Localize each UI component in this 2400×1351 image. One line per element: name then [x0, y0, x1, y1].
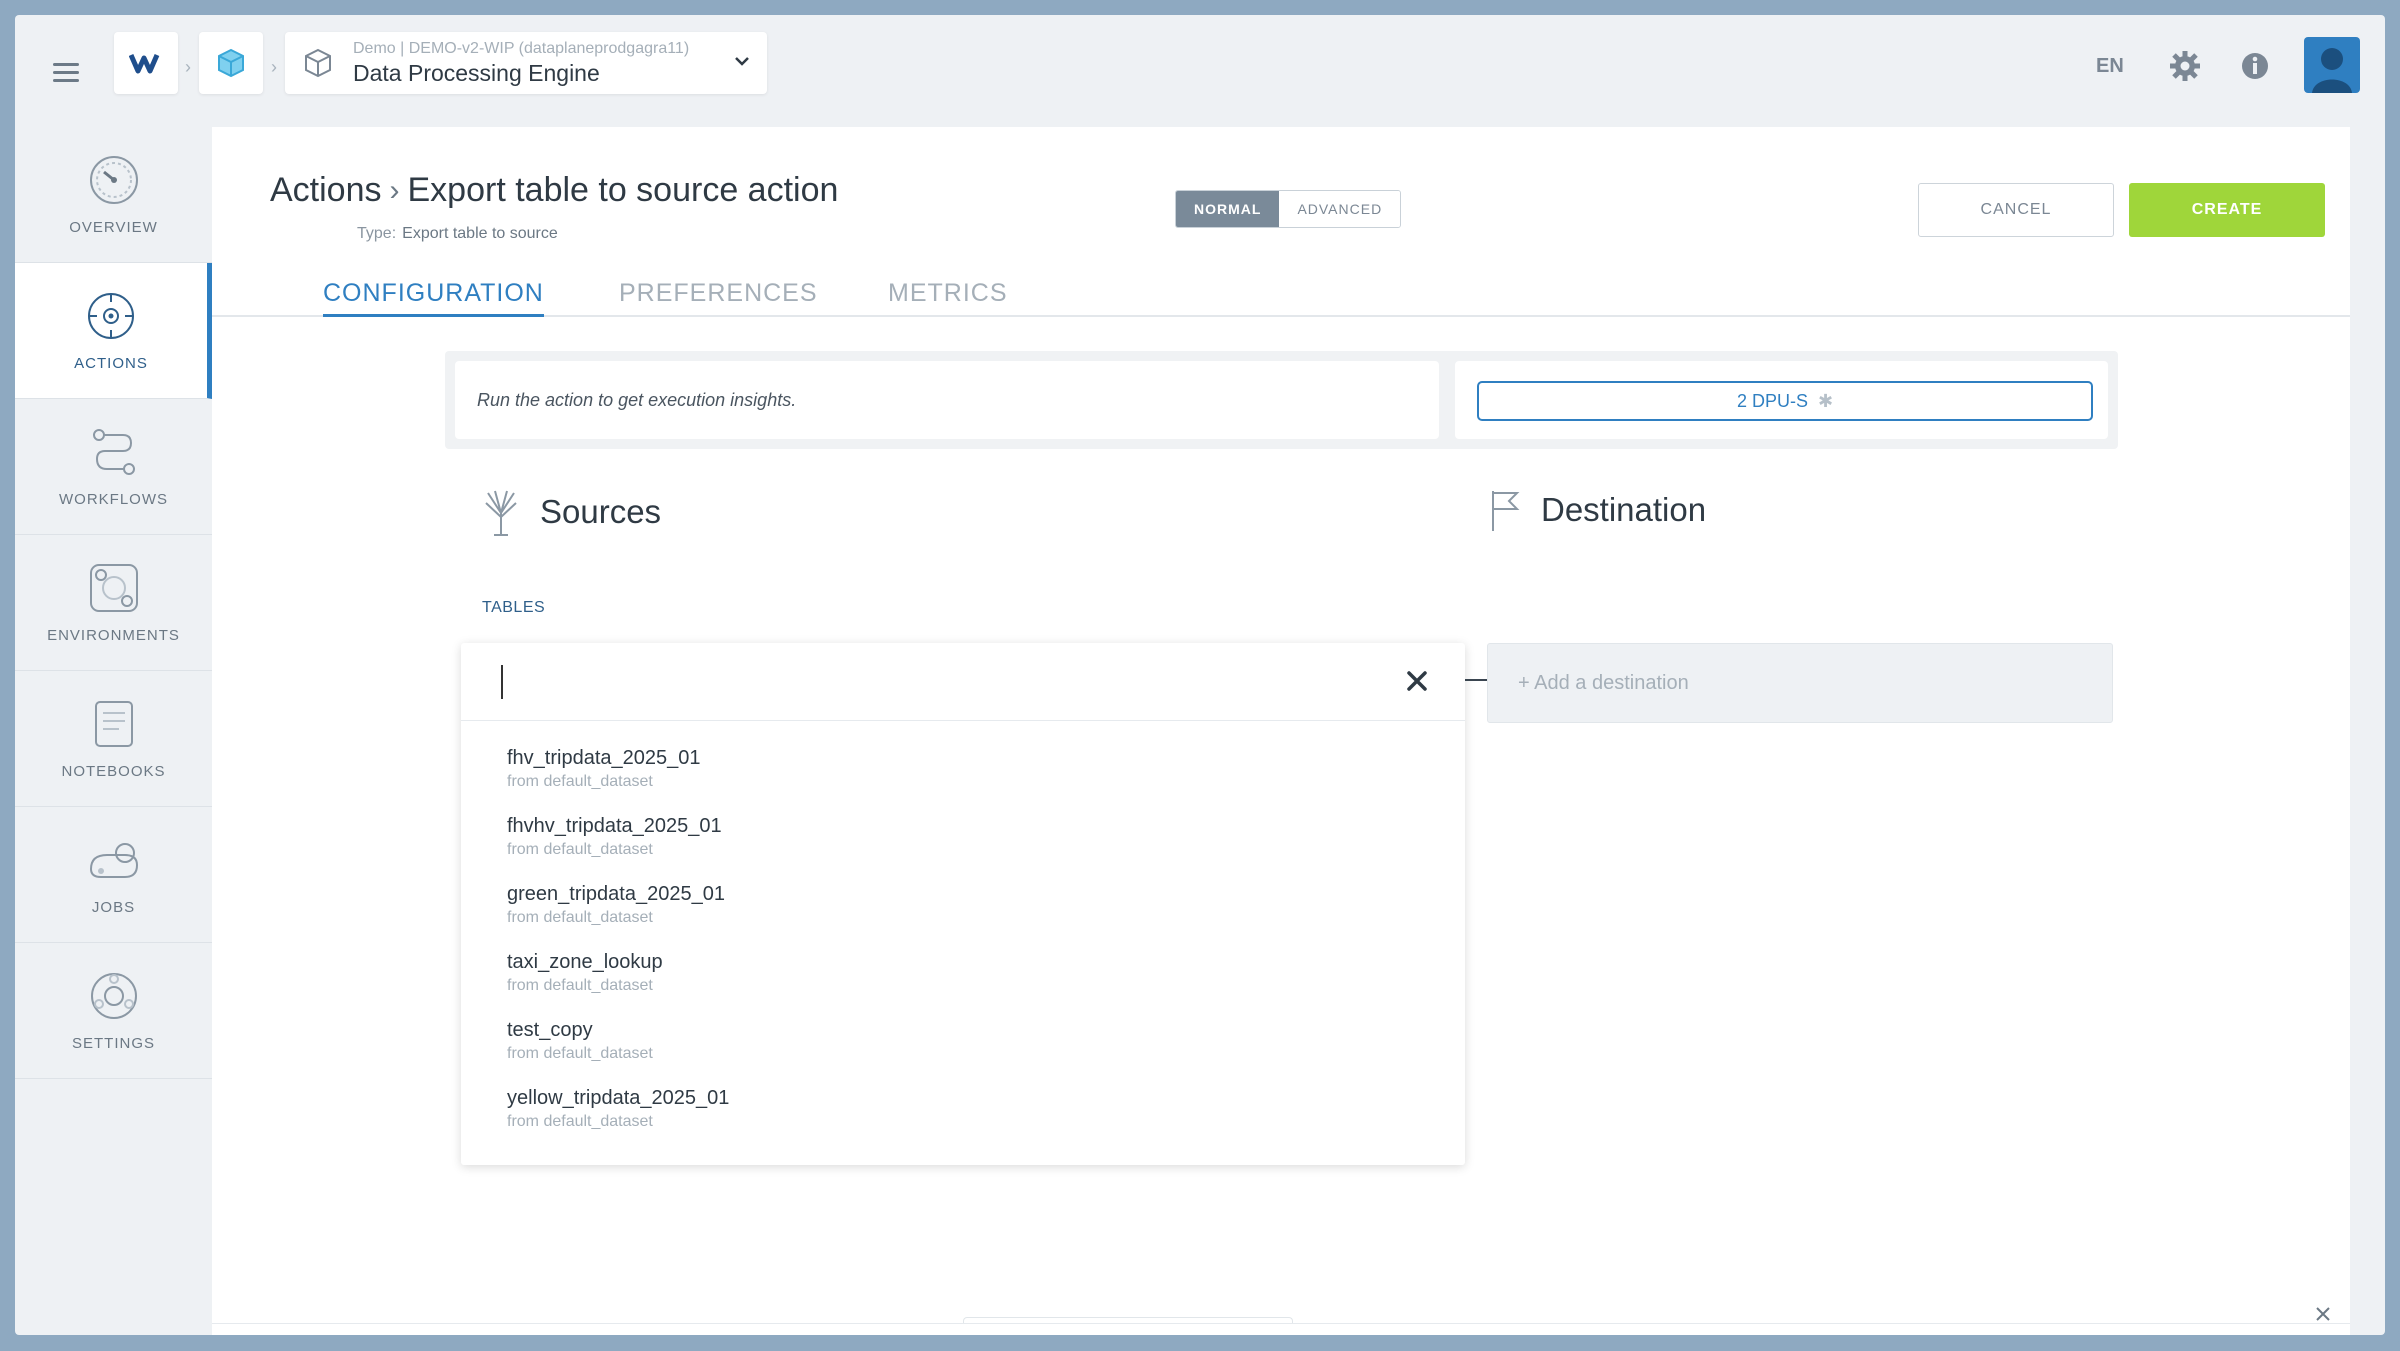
gear-icon: ✱ — [1817, 390, 1834, 411]
list-item[interactable]: test_copy from default_dataset — [507, 1019, 1407, 1081]
table-select-dropdown: fhv_tripdata_2025_01 from default_datase… — [461, 643, 1465, 1165]
engine-selector[interactable]: Demo | DEMO-v2-WIP (dataplaneprodgagra11… — [285, 32, 767, 94]
info-icon[interactable] — [2238, 49, 2272, 83]
logo-icon — [129, 53, 160, 74]
environments-icon — [89, 564, 138, 612]
page-title: Actions › Export table to source action — [270, 171, 838, 210]
sidebar-item-label: NOTEBOOKS — [61, 763, 166, 780]
sources-header: Sources — [482, 487, 661, 537]
workflows-icon — [92, 429, 135, 475]
mode-toggle: NORMAL ADVANCED — [1175, 190, 1402, 228]
menu-icon[interactable] — [53, 63, 79, 83]
table-source: from default_dataset — [507, 773, 653, 790]
list-item[interactable]: fhvhv_tripdata_2025_01 from default_data… — [507, 815, 1407, 877]
sidebar-item-label: SETTINGS — [71, 1035, 155, 1052]
sidebar-item-workflows[interactable]: WORKFLOWS — [15, 399, 212, 535]
table-source: from default_dataset — [507, 909, 653, 926]
sidebar-item-jobs[interactable]: JOBS — [15, 807, 212, 943]
flag-icon — [1492, 491, 1520, 531]
mode-normal-button[interactable]: NORMAL — [1176, 191, 1280, 227]
close-icon[interactable] — [2312, 1303, 2334, 1325]
breadcrumb-separator: › — [271, 57, 277, 77]
bottom-drawer — [212, 1323, 2350, 1335]
tables-label: TABLES — [482, 599, 546, 616]
connector-line — [1465, 679, 1487, 681]
breadcrumb-chevron-icon: › — [389, 173, 400, 207]
engine-title: Data Processing Engine — [353, 59, 600, 86]
insights-bar: Run the action to get execution insights… — [445, 351, 2118, 449]
table-search-input[interactable] — [501, 665, 1381, 699]
settings-icon — [90, 973, 137, 1019]
sidebar-item-environments[interactable]: ENVIRONMENTS — [15, 535, 212, 671]
table-source: from default_dataset — [507, 841, 653, 858]
destination-header: Destination — [1487, 487, 1706, 533]
notebooks-icon — [94, 701, 133, 747]
project-button[interactable] — [199, 32, 263, 94]
sidebar-item-label: ENVIRONMENTS — [47, 627, 180, 644]
type-label: Type: — [357, 225, 397, 242]
user-icon — [2312, 48, 2352, 93]
type-value: Export table to source — [402, 225, 558, 242]
dpu-label: 2 DPU-S — [1736, 390, 1808, 411]
sidebar-item-settings[interactable]: SETTINGS — [15, 943, 212, 1079]
language-selector[interactable]: EN — [2096, 55, 2124, 78]
list-item[interactable]: yellow_tripdata_2025_01 from default_dat… — [507, 1087, 1407, 1149]
list-item[interactable]: green_tripdata_2025_01 from default_data… — [507, 883, 1407, 945]
add-destination-button[interactable]: + Add a destination — [1487, 643, 2113, 723]
tab-metrics[interactable]: METRICS — [888, 279, 1008, 314]
table-name: yellow_tripdata_2025_01 — [507, 1087, 730, 1109]
gear-icon[interactable] — [2168, 49, 2202, 83]
sidebar-item-label: WORKFLOWS — [59, 491, 168, 508]
tab-configuration[interactable]: CONFIGURATION — [323, 279, 544, 317]
table-source: from default_dataset — [507, 1113, 653, 1130]
overview-icon — [89, 156, 138, 204]
sidebar-item-notebooks[interactable]: NOTEBOOKS — [15, 671, 212, 807]
table-name: test_copy — [507, 1019, 593, 1041]
table-name: fhvhv_tripdata_2025_01 — [507, 815, 722, 837]
table-name: green_tripdata_2025_01 — [507, 883, 725, 905]
action-type: Type: Export table to source — [357, 225, 558, 243]
sources-icon — [485, 490, 517, 536]
sidebar-item-label: JOBS — [91, 899, 136, 916]
cube-icon — [218, 48, 244, 78]
table-source: from default_dataset — [507, 1045, 653, 1062]
sidebar-item-label: OVERVIEW — [69, 219, 158, 236]
home-logo-button[interactable] — [114, 32, 178, 94]
list-item[interactable]: taxi_zone_lookup from default_dataset — [507, 951, 1407, 1013]
table-source: from default_dataset — [507, 977, 653, 994]
jobs-icon — [89, 843, 138, 878]
sidebar-item-overview[interactable]: OVERVIEW — [15, 127, 212, 263]
insight-message: Run the action to get execution insights… — [455, 361, 1439, 439]
close-icon[interactable] — [1401, 665, 1433, 697]
actions-icon — [88, 293, 134, 339]
destination-title: Destination — [1541, 491, 1707, 528]
app-window: › › Demo | DEMO-v2-WIP (dataplaneprodgag… — [15, 15, 2385, 1335]
dpu-button[interactable]: 2 DPU-S ✱ — [1477, 381, 2093, 421]
breadcrumb-actions-link[interactable]: Actions — [270, 171, 382, 210]
sidebar-item-actions[interactable]: ACTIONS — [15, 263, 212, 399]
table-name: taxi_zone_lookup — [507, 951, 663, 973]
top-bar: › › Demo | DEMO-v2-WIP (dataplaneprodgag… — [15, 15, 2385, 127]
breadcrumb-separator: › — [185, 57, 191, 77]
dpu-container: 2 DPU-S ✱ — [1455, 361, 2108, 439]
cancel-button[interactable]: CANCEL — [1918, 183, 2114, 237]
main-panel: Actions › Export table to source action … — [212, 127, 2350, 1335]
avatar[interactable] — [2304, 37, 2360, 93]
engine-box-icon — [305, 48, 331, 78]
sidebar: OVERVIEW ACTIONS WORKFLOWS ENVIRONMENTS … — [15, 127, 212, 1087]
engine-subtitle: Demo | DEMO-v2-WIP (dataplaneprodgagra11… — [353, 39, 690, 57]
table-name: fhv_tripdata_2025_01 — [507, 747, 701, 769]
mode-advanced-button[interactable]: ADVANCED — [1279, 191, 1401, 227]
search-row — [461, 643, 1465, 721]
sidebar-item-label: ACTIONS — [74, 355, 148, 372]
action-title: Export table to source action — [407, 171, 839, 209]
chevron-down-icon[interactable] — [733, 52, 751, 70]
tab-bar: CONFIGURATION PREFERENCES METRICS — [212, 279, 2350, 317]
sources-title: Sources — [540, 493, 662, 530]
create-button[interactable]: CREATE — [2129, 183, 2325, 237]
tab-preferences[interactable]: PREFERENCES — [619, 279, 818, 314]
list-item[interactable]: fhv_tripdata_2025_01 from default_datase… — [507, 747, 1407, 809]
